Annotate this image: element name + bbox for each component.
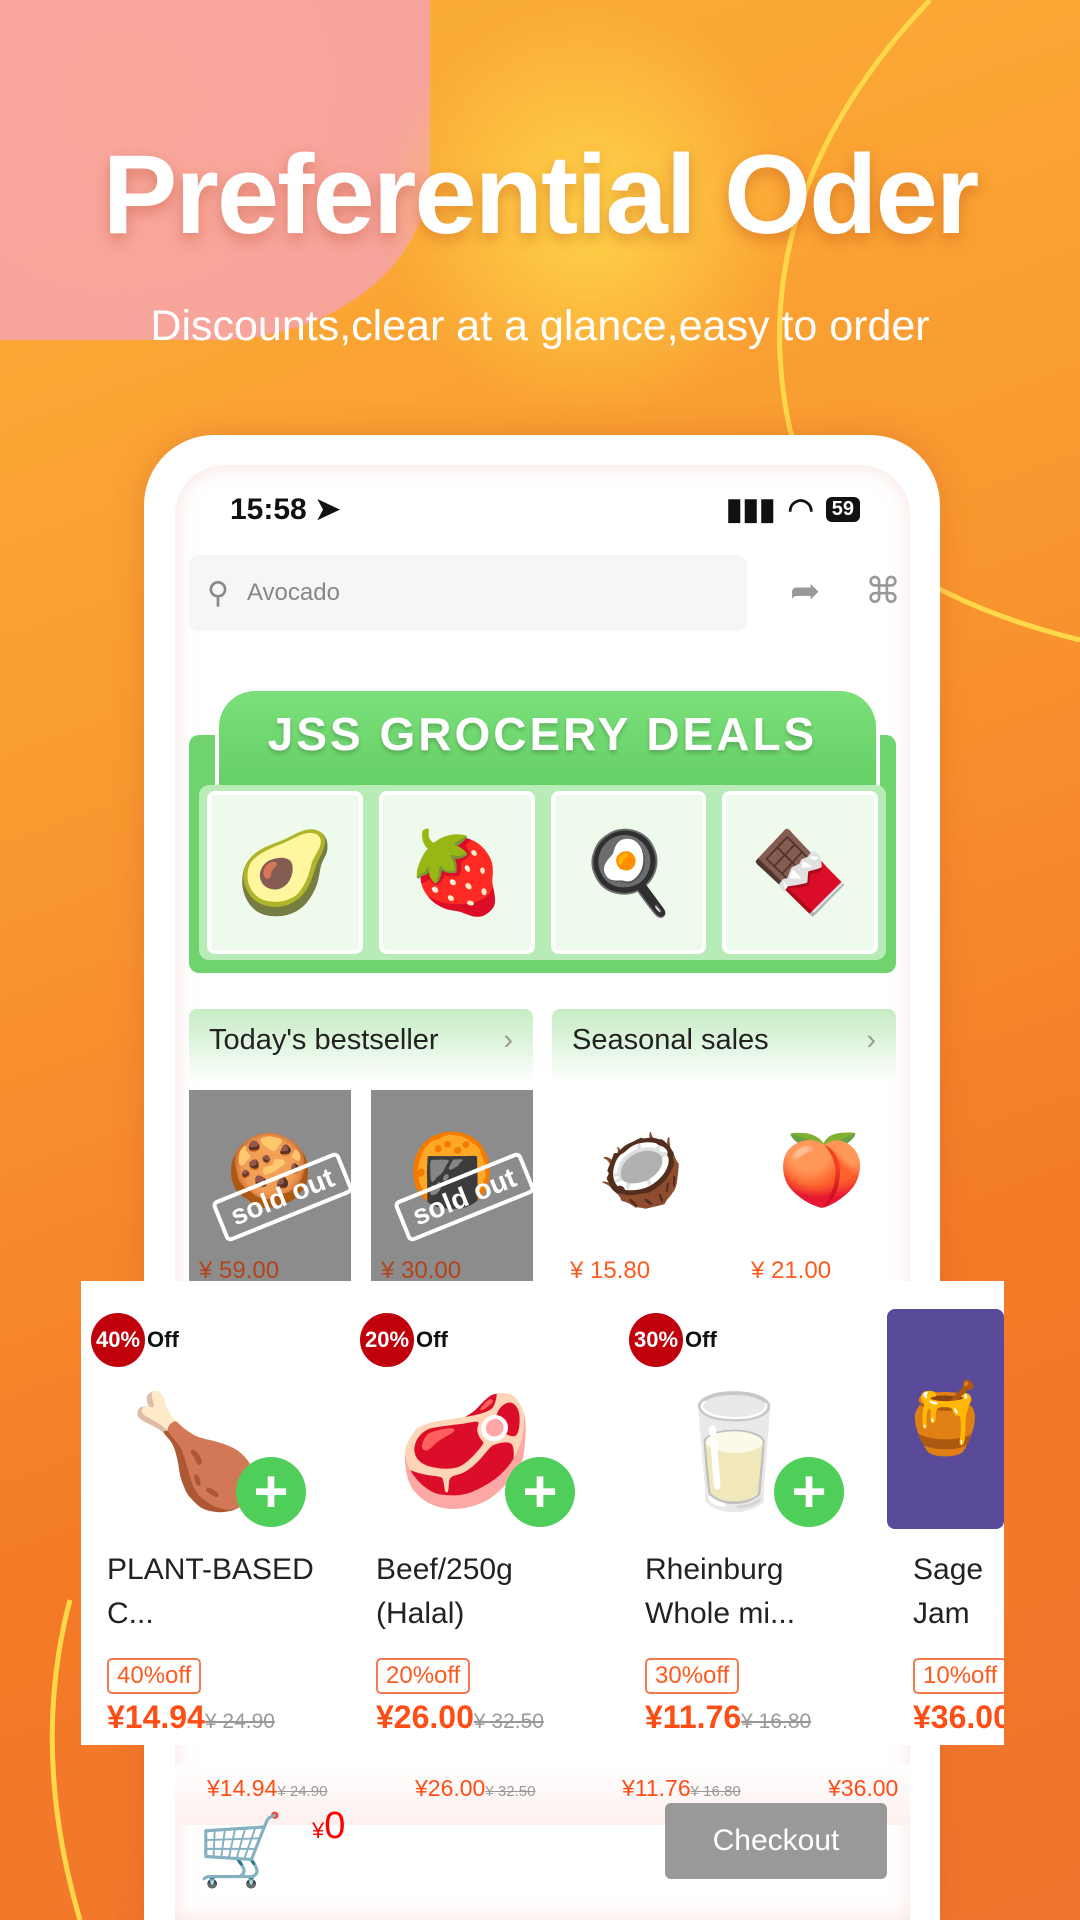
tile-wafers[interactable]: 🍫	[722, 791, 878, 954]
product-name: Beef/250g (Halal)	[376, 1553, 513, 1630]
battery-icon: 59	[825, 496, 860, 522]
product-card[interactable]: 🥥 ¥ 15.80	[560, 1090, 722, 1285]
price-row: ¥36.00	[913, 1699, 1004, 1735]
deal-item[interactable]: 30% Off 🥛 + Rheinburg Whole mi... 30%off …	[619, 1281, 869, 1745]
total-value: 0	[324, 1805, 346, 1847]
original-price: ¥ 16.80	[690, 1783, 741, 1800]
product-name: PLANT-BASED C...	[107, 1553, 314, 1630]
original-price: ¥ 24.90	[277, 1783, 328, 1800]
product-name: Rheinburg Whole mi...	[645, 1553, 796, 1630]
discount-badge: 40% Off	[91, 1313, 179, 1367]
currency: ¥	[312, 1818, 325, 1843]
tile-avocado[interactable]: 🥑	[207, 791, 363, 954]
hero-subtitle: Discounts,clear at a glance,easy to orde…	[150, 302, 930, 350]
search-input[interactable]: ⚲ Avocado	[189, 555, 747, 631]
discount-tag: 30%off	[645, 1658, 740, 1694]
product-card[interactable]: 🍘 sold out ¥ 30.00	[371, 1090, 537, 1285]
cart-total: ¥0	[312, 1805, 345, 1848]
location-icon: ➤	[315, 492, 341, 526]
decor-arc	[49, 1599, 83, 1920]
signal-icon: ▮▮▮	[726, 492, 776, 526]
product-image: 🍯	[887, 1309, 1004, 1529]
chevron-right-icon: ›	[503, 1024, 513, 1056]
hero-title: Preferential Oder	[102, 132, 980, 257]
discount-badge: 30% Off	[629, 1313, 717, 1367]
deal-item[interactable]: 20% Off 🥩 + Beef/250g (Halal) 20%off ¥26.…	[350, 1281, 600, 1745]
original-price: ¥ 32.50	[485, 1783, 536, 1800]
add-to-cart-button[interactable]: +	[774, 1457, 844, 1527]
discount-tag: 10%off	[913, 1658, 1004, 1694]
price-row: ¥11.76¥ 16.80	[645, 1699, 812, 1735]
product-name: Sage Jam	[913, 1553, 984, 1630]
price: ¥14.94	[207, 1775, 278, 1801]
product-card[interactable]: 🍪 sold out ¥ 59.00	[189, 1090, 355, 1285]
share-icon[interactable]: ➦	[790, 570, 820, 612]
tile-eggs[interactable]: 🍳	[550, 791, 707, 954]
deals-carousel[interactable]: 40% Off 🍗 + PLANT-BASED C... 40%off ¥14.9…	[81, 1281, 1004, 1745]
price: ¥36.00	[828, 1775, 899, 1801]
price-row: ¥26.00¥ 32.50	[376, 1699, 544, 1735]
price: ¥26.00	[415, 1775, 486, 1801]
grid-menu-icon[interactable]: ⌘	[865, 570, 901, 612]
status-bar: 15:58 ➤ ▮▮▮ ◠ 59	[230, 489, 860, 529]
banner-tiles: 🥑 🍓 🍳 🍫	[199, 785, 886, 960]
deal-item[interactable]: 🍯 Sage Jam 10%off ¥36.00	[887, 1281, 1004, 1745]
section-title: Seasonal sales	[572, 1024, 769, 1056]
checkout-button[interactable]: Checkout	[665, 1803, 887, 1879]
search-value: Avocado	[246, 579, 340, 606]
deal-item[interactable]: 40% Off 🍗 + PLANT-BASED C... 40%off ¥14.9…	[81, 1281, 331, 1745]
add-to-cart-button[interactable]: +	[505, 1457, 575, 1527]
cart-icon[interactable]: 🛒	[197, 1810, 284, 1892]
deals-banner[interactable]: JSS GROCERY DEALS 🥑 🍓 🍳 🍫	[189, 665, 896, 973]
wifi-icon: ◠	[787, 492, 814, 526]
search-icon: ⚲	[207, 576, 229, 610]
discount-tag: 40%off	[107, 1658, 202, 1694]
price-row: ¥14.94¥ 24.90	[107, 1699, 275, 1735]
section-bestseller[interactable]: Today's bestseller ›	[189, 1009, 533, 1084]
discount-tag: 20%off	[376, 1658, 471, 1694]
banner-title: JSS GROCERY DEALS	[267, 708, 818, 760]
section-title: Today's bestseller	[209, 1024, 439, 1056]
section-seasonal[interactable]: Seasonal sales ›	[552, 1009, 896, 1084]
clock: 15:58	[230, 492, 307, 526]
tile-raspberry[interactable]: 🍓	[378, 791, 535, 954]
price: ¥11.76	[622, 1775, 691, 1801]
discount-badge: 20% Off	[360, 1313, 448, 1367]
chevron-right-icon: ›	[866, 1024, 876, 1056]
product-card[interactable]: 🍑 ¥ 21.00	[741, 1090, 903, 1285]
add-to-cart-button[interactable]: +	[236, 1457, 306, 1527]
